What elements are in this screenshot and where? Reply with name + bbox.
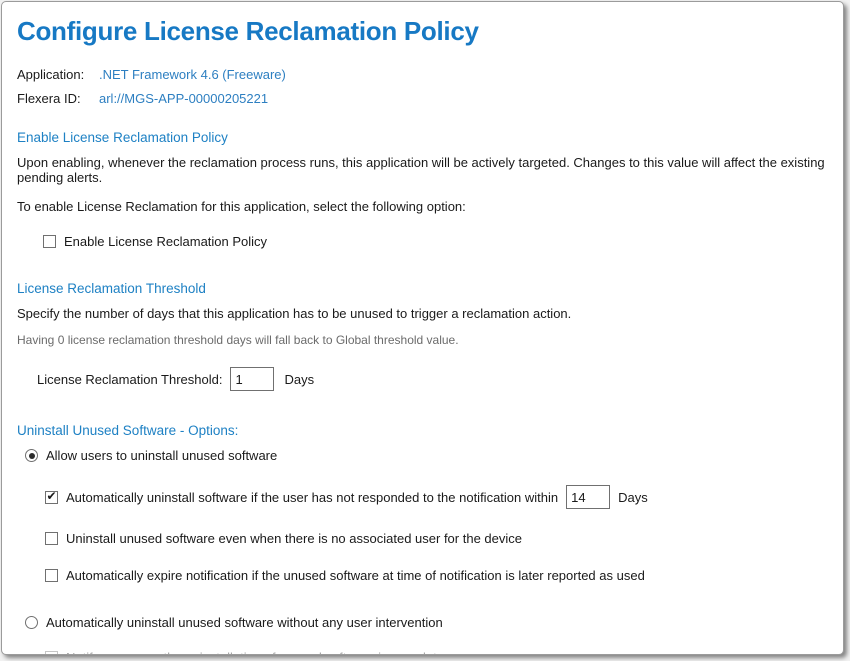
auto-no-intervention-radio[interactable] [25,616,38,629]
enable-policy-checkbox[interactable]: ✔ [43,235,56,248]
enable-policy-description: Upon enabling, whenever the reclamation … [17,155,827,185]
allow-users-radio-label: Allow users to uninstall unused software [46,448,277,463]
radio-dot-icon [29,453,35,459]
auto-uninstall-checkbox-row[interactable]: ✔ Automatically uninstall software if th… [45,485,827,509]
threshold-note: Having 0 license reclamation threshold d… [17,333,827,347]
no-associated-user-checkbox-row[interactable]: ✔ Uninstall unused software even when th… [45,531,827,546]
application-link[interactable]: .NET Framework 4.6 (Freeware) [99,67,827,82]
auto-no-intervention-radio-label: Automatically uninstall unused software … [46,615,443,630]
auto-no-intervention-radio-row[interactable]: Automatically uninstall unused software … [25,615,827,630]
enable-policy-checkbox-label: Enable License Reclamation Policy [64,234,267,249]
configure-license-reclamation-panel: Configure License Reclamation Policy App… [1,1,844,655]
auto-uninstall-checkbox-label: Automatically uninstall software if the … [66,490,558,505]
allow-users-radio[interactable] [25,449,38,462]
section-heading-threshold: License Reclamation Threshold [17,281,827,296]
no-associated-user-checkbox-label: Uninstall unused software even when ther… [66,531,522,546]
allow-users-radio-row[interactable]: Allow users to uninstall unused software [25,448,827,463]
application-label: Application: [17,67,99,82]
section-enable-policy: Enable License Reclamation Policy Upon e… [17,130,827,249]
expire-notification-checkbox-row[interactable]: ✔ Automatically expire notification if t… [45,568,827,583]
flexera-id-label: Flexera ID: [17,91,99,106]
expire-notification-checkbox[interactable]: ✔ [45,569,58,582]
section-heading-enable-policy: Enable License Reclamation Policy [17,130,827,145]
section-heading-uninstall-options: Uninstall Unused Software - Options: [17,423,827,438]
application-info: Application: .NET Framework 4.6 (Freewar… [17,67,827,106]
notify-user-checkbox-label: Notify user once the uninstallation of u… [66,650,444,655]
auto-uninstall-days-input[interactable] [566,485,610,509]
section-uninstall-options: Uninstall Unused Software - Options: All… [17,423,827,655]
enable-policy-checkbox-row[interactable]: ✔ Enable License Reclamation Policy [43,234,827,249]
threshold-description: Specify the number of days that this app… [17,306,827,321]
auto-uninstall-checkbox[interactable]: ✔ [45,491,58,504]
notify-user-checkbox: ✔ [45,651,58,655]
threshold-days-unit: Days [284,372,314,387]
no-associated-user-checkbox[interactable]: ✔ [45,532,58,545]
checkmark-icon: ✔ [46,490,56,502]
threshold-field-label: License Reclamation Threshold: [37,372,222,387]
section-threshold: License Reclamation Threshold Specify th… [17,281,827,391]
expire-notification-checkbox-label: Automatically expire notification if the… [66,568,645,583]
enable-policy-instruction: To enable License Reclamation for this a… [17,199,827,214]
notify-user-checkbox-row: ✔ Notify user once the uninstallation of… [45,650,827,655]
page-title: Configure License Reclamation Policy [17,16,827,47]
threshold-days-input[interactable] [230,367,274,391]
auto-uninstall-days-unit: Days [618,490,648,505]
flexera-id-link[interactable]: arl://MGS-APP-00000205221 [99,91,827,106]
threshold-field-row: License Reclamation Threshold: Days [37,367,827,391]
